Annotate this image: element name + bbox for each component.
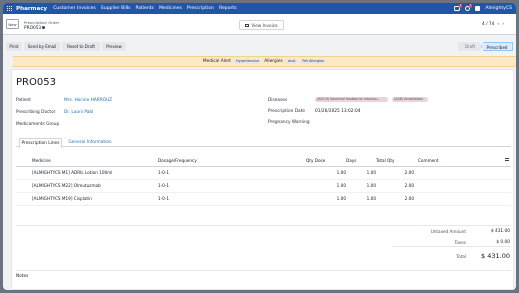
invoice-icon bbox=[245, 23, 250, 27]
tab-general-information[interactable]: General Information bbox=[65, 138, 115, 147]
disease-tag[interactable]: (A06) Amoebiasis bbox=[392, 97, 428, 102]
breadcrumb-parent[interactable]: Prescription Order bbox=[24, 20, 59, 25]
cell-total-qty[interactable]: 2.00 bbox=[376, 166, 414, 180]
tab-prescription-lines[interactable]: Prescription Lines bbox=[19, 138, 62, 148]
disease-tag[interactable]: (A03.9) Bacterial foodborne intoxica... bbox=[315, 97, 388, 102]
med-group-label: Medicaments Group bbox=[16, 122, 60, 127]
cell-qty-dose[interactable]: 1.00 bbox=[306, 166, 346, 180]
cell-comment[interactable] bbox=[414, 166, 511, 180]
patient-label: Patient bbox=[16, 98, 31, 103]
breadcrumb-current: PRO053 bbox=[24, 26, 46, 31]
record-title: PRO053 bbox=[16, 77, 56, 88]
col-comment[interactable]: Comment bbox=[414, 156, 511, 167]
col-dosage[interactable]: Dosage/Frequency bbox=[154, 156, 306, 167]
untaxed-label: Untaxed Amount bbox=[430, 229, 466, 234]
totals-divider bbox=[16, 225, 511, 226]
untaxed-value: $ 431.00 bbox=[490, 229, 510, 234]
chat-icon[interactable]: 1 bbox=[454, 3, 463, 11]
cell-medicine[interactable]: [ALMIGHTYCS M1] ADRIL Lotion 100ml bbox=[16, 166, 154, 180]
company-avatar[interactable] bbox=[475, 6, 481, 11]
notes-divider bbox=[16, 270, 511, 271]
cell-dosage[interactable]: 1-0-1 bbox=[154, 179, 306, 193]
company-name[interactable]: AlmightyCS bbox=[485, 6, 512, 11]
view-invoice-button[interactable]: View Invoice bbox=[239, 20, 284, 30]
table-row[interactable]: [ALMIGHTYCS M19] Cisplatin 1-0-1 1.00 1.… bbox=[16, 192, 511, 206]
send-email-button[interactable]: Send by Email bbox=[24, 42, 60, 51]
pager-prev-icon[interactable]: ‹ bbox=[497, 22, 499, 27]
pager-value[interactable]: 4 / 74 bbox=[482, 22, 494, 27]
allergies-label: Allergies bbox=[264, 59, 283, 64]
pregnancy-label: Pregnancy Warning bbox=[268, 120, 310, 125]
reset-draft-button[interactable]: Reset to Draft bbox=[62, 42, 100, 51]
menu-customer-invoices[interactable]: Customer Invoices bbox=[53, 6, 96, 11]
cell-total-qty[interactable]: 2.00 bbox=[376, 192, 414, 206]
date-label: Prescription Date bbox=[268, 109, 305, 114]
view-invoice-label: View Invoice bbox=[251, 22, 278, 28]
activity-clock-icon[interactable]: 1 bbox=[465, 3, 473, 11]
menu-prescription[interactable]: Prescription bbox=[187, 6, 214, 11]
notes-label: Notes bbox=[16, 274, 29, 279]
cell-medicine[interactable]: [ALMIGHTYCS M19] Cisplatin bbox=[16, 192, 154, 206]
doctor-label: Prescribing Doctor bbox=[16, 110, 56, 115]
allergy-tag: Pet Allergies bbox=[300, 59, 327, 64]
diseases-label: Diseases bbox=[268, 98, 288, 103]
menu-supplier-bills[interactable]: Supplier Bills bbox=[101, 6, 131, 11]
total-label: Total bbox=[456, 254, 466, 259]
taxes-label: Taxes bbox=[454, 240, 466, 245]
cell-dosage[interactable]: 1-0-1 bbox=[154, 166, 306, 180]
cell-medicine[interactable]: [ALMIGHTYCS M22] Olmutuzmab bbox=[16, 179, 154, 193]
patient-field[interactable]: Mrs. Hocine HARROUZ bbox=[64, 98, 112, 103]
pager-next-icon[interactable]: › bbox=[502, 22, 504, 27]
activity-badge: 1 bbox=[468, 3, 473, 8]
cell-comment[interactable] bbox=[414, 192, 511, 206]
control-panel: New Prescription Order PRO053 View Invoi… bbox=[3, 14, 516, 35]
col-total-qty[interactable]: Total Qty bbox=[376, 156, 414, 167]
stage-draft[interactable]: Draft bbox=[458, 42, 482, 51]
col-comment-label: Comment bbox=[418, 158, 439, 164]
table-row[interactable]: [ALMIGHTYCS M1] ADRIL Lotion 100ml 1-0-1… bbox=[16, 166, 511, 180]
cell-qty-dose[interactable]: 1.00 bbox=[306, 179, 346, 193]
medical-alert-banner: Medical Alert Hypertensive Allergies dus… bbox=[13, 56, 516, 67]
optional-columns-icon[interactable] bbox=[505, 158, 509, 162]
app-name[interactable]: Pharmacy bbox=[16, 6, 47, 12]
alert-tag: Hypertensive bbox=[233, 59, 262, 64]
breadcrumb-current-label: PRO053 bbox=[24, 26, 42, 31]
apps-menu-icon[interactable] bbox=[7, 6, 12, 11]
col-qty-dose[interactable]: Qty Dose bbox=[306, 156, 346, 167]
cell-qty-dose[interactable]: 1.00 bbox=[306, 192, 346, 206]
cell-days[interactable]: 1.00 bbox=[346, 166, 376, 180]
pager: 4 / 74 ‹ › bbox=[482, 22, 504, 27]
stage-prescribed[interactable]: Prescribed bbox=[481, 42, 513, 51]
allergy-tag: dust bbox=[285, 59, 298, 64]
gear-icon[interactable] bbox=[42, 26, 46, 29]
prescription-lines-table: Medicine Dosage/Frequency Qty Dose Days … bbox=[16, 156, 511, 206]
preview-button[interactable]: Preview bbox=[102, 42, 126, 51]
cell-comment[interactable] bbox=[414, 179, 511, 193]
cell-days[interactable]: 1.00 bbox=[346, 192, 376, 206]
status-bar: Print Send by Email Reset to Draft Previ… bbox=[3, 40, 516, 53]
new-button[interactable]: New bbox=[6, 19, 19, 29]
col-medicine[interactable]: Medicine bbox=[16, 156, 154, 167]
doctor-field[interactable]: Dr. Laoni Pabl bbox=[64, 110, 93, 115]
top-navbar: Pharmacy Customer Invoices Supplier Bill… bbox=[3, 3, 516, 14]
menu-reports[interactable]: Reports bbox=[219, 6, 237, 11]
menu-medicines[interactable]: Medicines bbox=[159, 6, 182, 11]
form-sheet: PRO053 Patient Mrs. Hocine HARROUZ Presc… bbox=[11, 69, 514, 290]
table-header-row: Medicine Dosage/Frequency Qty Dose Days … bbox=[16, 156, 511, 167]
cell-total-qty[interactable]: 2.00 bbox=[376, 179, 414, 193]
menu-patients[interactable]: Patients bbox=[136, 6, 154, 11]
chat-badge: 1 bbox=[458, 3, 463, 8]
app-window: Pharmacy Customer Invoices Supplier Bill… bbox=[3, 3, 516, 290]
notebook-tabs: Prescription Lines General Information bbox=[16, 138, 511, 148]
cell-dosage[interactable]: 1-0-1 bbox=[154, 192, 306, 206]
cell-days[interactable]: 1.00 bbox=[346, 179, 376, 193]
print-button[interactable]: Print bbox=[6, 42, 22, 51]
table-row[interactable]: [ALMIGHTYCS M22] Olmutuzmab 1-0-1 1.00 1… bbox=[16, 179, 511, 193]
col-days[interactable]: Days bbox=[346, 156, 376, 167]
total-divider bbox=[392, 246, 511, 247]
date-field[interactable]: 01/26/2025 13:02:04 bbox=[315, 109, 360, 114]
taxes-value: $ 0.00 bbox=[496, 240, 510, 245]
medical-alert-label: Medical Alert bbox=[202, 59, 231, 64]
total-value: $ 431.00 bbox=[481, 252, 510, 260]
